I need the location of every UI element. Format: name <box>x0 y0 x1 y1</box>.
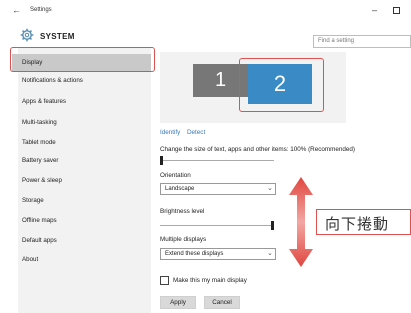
search-input[interactable]: Find a setting <box>313 35 411 48</box>
identify-link[interactable]: Identify <box>160 129 180 136</box>
orientation-dropdown[interactable]: Landscape ⌄ <box>160 183 276 195</box>
multiple-displays-value: Extend these displays <box>165 251 224 257</box>
minimize-button[interactable]: – <box>372 5 377 15</box>
maximize-button[interactable] <box>393 7 400 14</box>
apply-button[interactable]: Apply <box>160 296 196 309</box>
back-arrow-icon[interactable]: ← <box>12 5 21 15</box>
sidebar: Display Notifications & actions Apps & f… <box>12 48 151 313</box>
scale-label: Change the size of text, apps and other … <box>160 146 355 153</box>
display-item-highlight <box>10 47 155 72</box>
scale-slider-thumb[interactable] <box>160 156 163 165</box>
multiple-displays-dropdown[interactable]: Extend these displays ⌄ <box>160 248 276 260</box>
sidebar-item-about[interactable]: About <box>18 251 151 269</box>
window-title: Settings <box>30 7 52 13</box>
multiple-displays-label: Multiple displays <box>160 236 207 243</box>
sidebar-item-power-sleep[interactable]: Power & sleep <box>18 172 151 190</box>
scroll-down-arrow-icon <box>289 177 313 267</box>
chevron-down-icon: ⌄ <box>267 185 273 192</box>
brightness-slider-thumb[interactable] <box>271 221 274 230</box>
gear-icon <box>20 28 34 42</box>
main-display-label: Make this my main display <box>173 277 247 284</box>
page-title: SYSTEM <box>40 32 75 41</box>
main-display-checkbox[interactable] <box>160 276 169 285</box>
sidebar-item-battery-saver[interactable]: Battery saver <box>18 152 151 170</box>
settings-header: SYSTEM Find a setting <box>0 22 411 48</box>
chevron-down-icon: ⌄ <box>267 250 273 257</box>
sidebar-item-tablet-mode[interactable]: Tablet mode <box>18 134 151 152</box>
orientation-label: Orientation <box>160 172 191 179</box>
sidebar-item-apps[interactable]: Apps & features <box>18 93 151 111</box>
sidebar-item-multitasking[interactable]: Multi-tasking <box>18 114 151 132</box>
monitor-2-highlight <box>239 58 324 112</box>
orientation-value: Landscape <box>165 186 195 192</box>
brightness-slider-track <box>160 225 274 226</box>
sidebar-item-storage[interactable]: Storage <box>18 192 151 210</box>
title-bar: ← Settings – <box>0 0 411 22</box>
scroll-down-note: 向下捲動 <box>316 209 411 235</box>
search-placeholder: Find a setting <box>318 38 355 44</box>
detect-link[interactable]: Detect <box>187 129 205 136</box>
sidebar-item-default-apps[interactable]: Default apps <box>18 232 151 250</box>
scale-slider-track <box>160 160 274 161</box>
sidebar-item-notifications[interactable]: Notifications & actions <box>18 72 151 90</box>
scroll-down-text: 向下捲動 <box>325 216 390 233</box>
sidebar-item-offline-maps[interactable]: Offline maps <box>18 212 151 230</box>
brightness-label: Brightness level <box>160 208 205 215</box>
cancel-button[interactable]: Cancel <box>204 296 240 309</box>
